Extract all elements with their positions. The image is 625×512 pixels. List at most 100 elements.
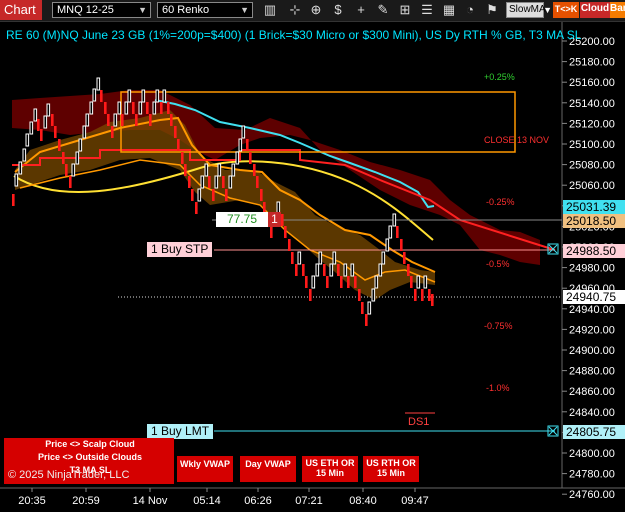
instrument-select[interactable]: MNQ 12-25 ▼: [52, 2, 151, 18]
price-chart[interactable]: 25200.0025180.0025160.0025140.0025120.00…: [0, 0, 625, 512]
gauge-icon[interactable]: ◔: [462, 2, 478, 18]
renko-brick-down: [160, 102, 163, 114]
last-price-tag: 24940.75: [563, 290, 625, 304]
renko-brick-down: [146, 102, 149, 114]
price-tick-label: 24920.00: [569, 324, 615, 336]
renko-brick-up: [217, 163, 222, 177]
time-tick-label: 09:47: [401, 495, 429, 507]
dollar-zoom-icon[interactable]: $: [330, 2, 346, 18]
renko-brick-up: [241, 125, 246, 139]
renko-brick-down: [302, 264, 305, 276]
copyright-text: © 2025 NinjaTrader, LLC: [8, 469, 130, 481]
position-pnl[interactable]: 77.75: [216, 212, 268, 227]
renko-brick-up: [89, 101, 94, 115]
grid-icon[interactable]: ⊞: [397, 2, 413, 18]
renko-brick-up: [82, 125, 87, 139]
renko-brick-down: [354, 276, 357, 288]
renko-brick-up: [238, 138, 243, 152]
renko-brick-down: [69, 176, 72, 188]
chevron-down-icon: ▼: [543, 5, 552, 15]
price-tick-label: 24840.00: [569, 407, 615, 419]
renko-brick-down: [340, 276, 343, 288]
buy-stop-order-label[interactable]: 1 Buy STP: [147, 242, 213, 257]
price-tick-label: 25120.00: [569, 118, 615, 130]
renko-brick-down: [410, 276, 413, 288]
instrument-value: MNQ 12-25: [57, 4, 114, 16]
cyan-ma-price-tag: 25031.39: [563, 200, 625, 214]
renko-brick-down: [431, 294, 434, 306]
renko-brick-down: [260, 189, 263, 201]
close-label: CLOSE 13 NOV: [484, 135, 549, 145]
time-tick-label: 07:21: [295, 495, 323, 507]
renko-brick-up: [14, 173, 19, 187]
renko-brick-down: [111, 126, 114, 138]
renko-brick-down: [104, 102, 107, 114]
price-tick-label: 25080.00: [569, 160, 615, 172]
buy-limit-order-label[interactable]: 1 Buy LMT: [147, 424, 214, 439]
renko-brick-down: [396, 226, 399, 238]
crosshair-icon[interactable]: ⊹: [287, 2, 303, 18]
zoom-in-icon[interactable]: ⊕: [308, 2, 324, 18]
renko-brick-up: [204, 163, 209, 177]
time-tick-label: 20:35: [18, 495, 46, 507]
renko-brick-down: [65, 164, 68, 176]
renko-brick-up: [332, 251, 337, 265]
pct-label-minus025: -0.25%: [486, 197, 515, 207]
renko-brick-up: [311, 275, 316, 289]
chevron-down-icon: ▼: [138, 5, 147, 15]
renko-brick-down: [40, 129, 43, 141]
table-icon[interactable]: ▦: [441, 2, 457, 18]
renko-brick-up: [117, 101, 122, 115]
tk-toggle-button[interactable]: T<>K: [553, 2, 579, 18]
cloud-toggle-button[interactable]: Cloud: [580, 2, 610, 18]
renko-brick-up: [96, 77, 101, 91]
renko-brick-down: [421, 289, 424, 301]
renko-brick-down: [184, 164, 187, 176]
level-price-tag: 25018.50: [563, 214, 625, 228]
scalp-cloud-button[interactable]: Price <> Scalp Cloud: [40, 439, 140, 450]
us-rth-or-button[interactable]: US RTH OR 15 Min: [363, 456, 419, 482]
time-tick-label: 20:59: [72, 495, 100, 507]
renko-brick-down: [135, 114, 138, 126]
bar-toggle-button[interactable]: Bar: [610, 2, 625, 18]
weekly-vwap-button[interactable]: Wkly VWAP: [177, 456, 233, 482]
renko-brick-up: [214, 175, 219, 189]
chart-menu-button[interactable]: Chart: [0, 0, 42, 20]
renko-brick-down: [403, 252, 406, 264]
renko-brick-down: [62, 152, 65, 164]
renko-brick-down: [305, 276, 308, 288]
pct-label-minus1: -1.0%: [486, 383, 510, 393]
renko-brick-down: [347, 276, 350, 288]
day-vwap-button[interactable]: Day VWAP: [240, 456, 296, 482]
renko-brick-down: [54, 126, 57, 138]
us-eth-or-button[interactable]: US ETH OR 15 Min: [302, 456, 358, 482]
ma-select[interactable]: SlowMA ▼: [506, 2, 552, 18]
renko-brick-up: [385, 238, 390, 252]
properties-icon[interactable]: ☰: [419, 2, 435, 18]
renko-brick-up: [29, 121, 34, 135]
renko-brick-up: [329, 263, 334, 277]
renko-brick-up: [297, 251, 302, 265]
renko-brick-up: [318, 251, 323, 265]
buy-stop-price-tag: 24988.50: [563, 244, 625, 258]
renko-brick-down: [337, 264, 340, 276]
interval-select[interactable]: 60 Renko ▼: [157, 2, 253, 18]
renko-brick-up: [162, 89, 167, 103]
renko-brick-down: [400, 239, 403, 251]
chart-title: RE 60 (M)NQ June 23 GB (1%=200p=$400) (1…: [6, 28, 582, 42]
price-tick-label: 24940.00: [569, 304, 615, 316]
time-tick-label: 06:26: [244, 495, 272, 507]
bar-style-icon[interactable]: ▥: [262, 2, 278, 18]
flag-icon[interactable]: ⚑: [484, 2, 500, 18]
outside-clouds-button[interactable]: Price <> Outside Clouds: [35, 452, 145, 463]
renko-brick-down: [149, 114, 152, 126]
position-qty[interactable]: 1: [268, 212, 281, 227]
pencil-icon[interactable]: ✎: [375, 2, 391, 18]
red-cloud: [12, 90, 540, 265]
plus-icon[interactable]: +: [353, 2, 369, 18]
renko-brick-down: [208, 176, 211, 188]
renko-brick-up: [85, 113, 90, 127]
renko-brick-down: [12, 194, 15, 206]
renko-brick-up: [138, 101, 143, 115]
price-tick-label: 25100.00: [569, 139, 615, 151]
